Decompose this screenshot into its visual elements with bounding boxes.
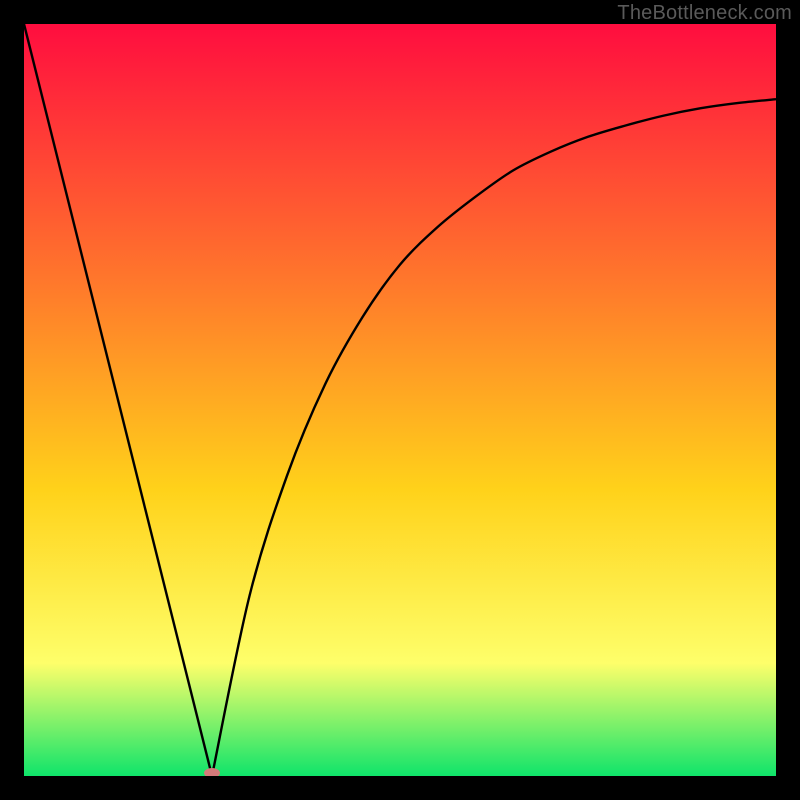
chart-frame <box>24 24 776 776</box>
watermark-text: TheBottleneck.com <box>617 2 792 25</box>
gradient-background <box>24 24 776 776</box>
bottleneck-chart <box>24 24 776 776</box>
